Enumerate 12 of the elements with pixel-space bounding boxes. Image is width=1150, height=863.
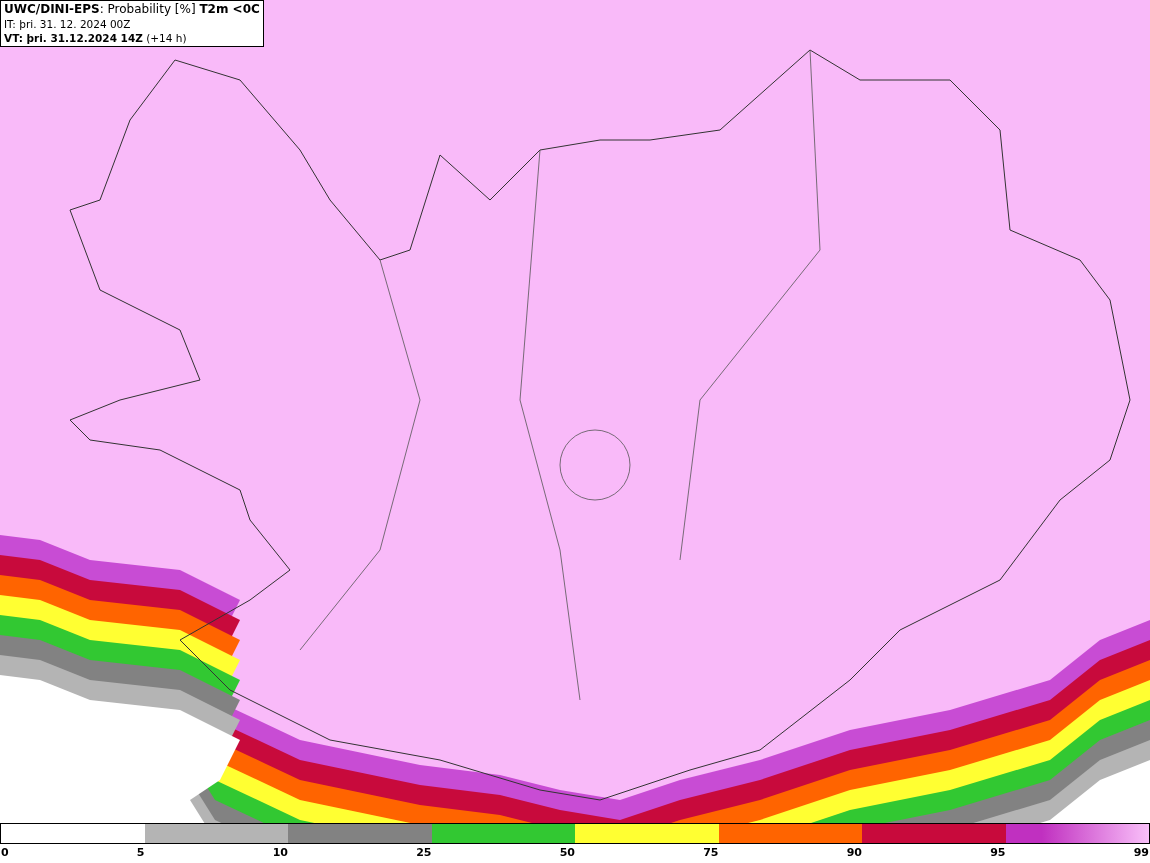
scale-tick-label: 95 [990, 845, 1006, 861]
map-info-line: IT: þri. 31. 12. 2024 00Z [4, 17, 132, 31]
scale-tick-label: 25 [416, 845, 432, 861]
scale-tick-label: 5 [136, 845, 145, 861]
scale-tick-label: 50 [559, 845, 575, 861]
scale-tick-label: 0 [1, 845, 9, 861]
scale-tick-label: 99 [1133, 845, 1149, 861]
map-info-line: VT: þri. 31.12.2024 14Z (+14 h) [4, 31, 188, 45]
scale-tick-label: 90 [846, 845, 862, 861]
map-info-line: UWC/DINI-EPS: Probability [%] T2m <0C [4, 2, 260, 17]
scale-tick-label: 75 [703, 845, 719, 861]
scale-tick-label: 10 [272, 845, 288, 861]
